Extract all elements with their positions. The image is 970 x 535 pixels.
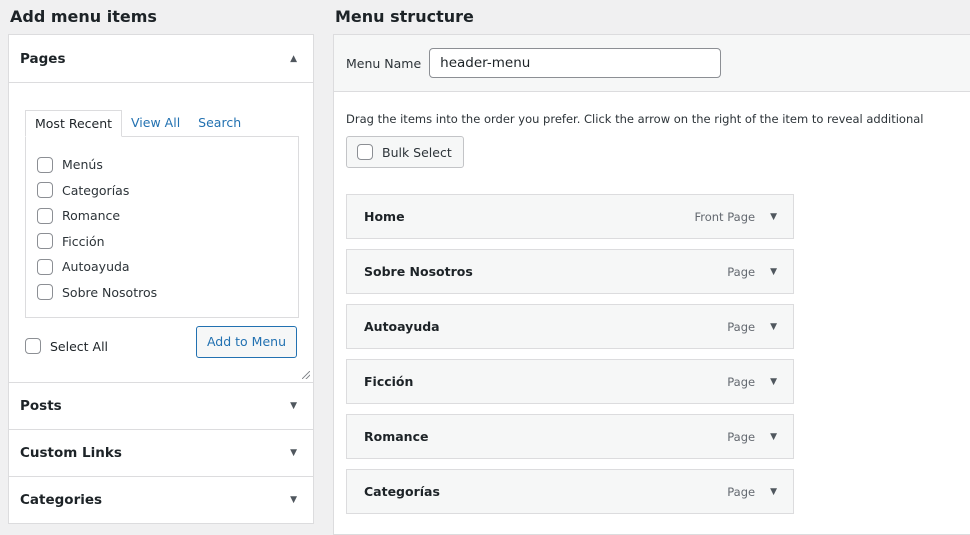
add-menu-items-title: Add menu items xyxy=(10,7,157,26)
custom-links-section-header[interactable]: Custom Links ▼ xyxy=(9,430,313,476)
menu-structure-title: Menu structure xyxy=(335,7,474,26)
menu-structure-panel: Menu Name Drag the items into the order … xyxy=(333,34,970,535)
menu-item-controls: Page ▼ xyxy=(727,375,777,389)
bulk-select-button[interactable]: Bulk Select xyxy=(346,136,464,168)
menu-item-romance[interactable]: Romance Page ▼ xyxy=(346,414,794,459)
arrow-down-icon[interactable]: ▼ xyxy=(770,267,777,277)
page-item-sobre-nosotros: Sobre Nosotros xyxy=(37,280,287,306)
custom-links-section-title: Custom Links xyxy=(20,445,122,461)
menu-item-controls: Page ▼ xyxy=(727,430,777,444)
page-checkbox[interactable] xyxy=(37,207,53,224)
arrow-down-icon[interactable]: ▼ xyxy=(770,212,777,222)
page-item-label: Autoayuda xyxy=(62,259,130,275)
posts-section-header[interactable]: Posts ▼ xyxy=(9,383,313,429)
menu-item-type: Page xyxy=(727,429,756,444)
categories-section: Categories ▼ xyxy=(9,477,313,523)
menu-item-type: Front Page xyxy=(694,209,756,224)
page-checkbox[interactable] xyxy=(37,156,53,173)
arrow-down-icon[interactable]: ▼ xyxy=(770,487,777,497)
arrow-down-icon: ▼ xyxy=(290,401,297,411)
pages-tabs: Most Recent View All Search xyxy=(25,110,297,137)
menu-name-bar: Menu Name xyxy=(334,35,970,92)
tab-view-all[interactable]: View All xyxy=(122,110,189,137)
page-item-ficcion: Ficción xyxy=(37,229,287,255)
menu-item-type: Page xyxy=(727,319,756,334)
select-all-checkbox[interactable] xyxy=(25,338,41,354)
bulk-select-checkbox xyxy=(357,144,373,160)
select-all-label: Select All xyxy=(50,338,109,354)
bulk-select-label: Bulk Select xyxy=(382,144,452,160)
drag-instruction: Drag the items into the order you prefer… xyxy=(346,112,924,126)
pages-footer: Select All Add to Menu xyxy=(25,326,297,358)
arrow-down-icon[interactable]: ▼ xyxy=(770,322,777,332)
menu-item-autoayuda[interactable]: Autoayuda Page ▼ xyxy=(346,304,794,349)
menu-structure-column: Menu structure Menu Name Drag the items … xyxy=(333,0,970,535)
add-to-menu-button[interactable]: Add to Menu xyxy=(195,326,297,358)
page-item-categorias: Categorías xyxy=(37,178,287,204)
posts-section: Posts ▼ xyxy=(9,383,313,430)
menu-name-label: Menu Name xyxy=(346,55,422,71)
menu-item-type: Page xyxy=(727,484,756,499)
tab-search[interactable]: Search xyxy=(189,110,250,137)
resize-handle-icon[interactable] xyxy=(302,371,310,379)
menu-item-home[interactable]: Home Front Page ▼ xyxy=(346,194,794,239)
pages-section-header[interactable]: Pages ▲ xyxy=(9,35,313,83)
menu-item-controls: Front Page ▼ xyxy=(694,210,777,224)
menu-item-title: Romance xyxy=(364,429,429,444)
arrow-down-icon[interactable]: ▼ xyxy=(770,432,777,442)
page-checkbox[interactable] xyxy=(37,233,53,250)
tab-most-recent[interactable]: Most Recent xyxy=(25,110,123,137)
menu-items-list: Home Front Page ▼ Sobre Nosotros Page ▼ … xyxy=(346,194,970,514)
pages-section-title: Pages xyxy=(20,50,66,67)
pages-list-panel: Menús Categorías Romance Ficción Autoayu… xyxy=(25,136,299,318)
page-item-label: Sobre Nosotros xyxy=(62,284,158,300)
menu-item-type: Page xyxy=(727,264,756,279)
menu-item-ficcion[interactable]: Ficción Page ▼ xyxy=(346,359,794,404)
categories-section-title: Categories xyxy=(20,492,103,508)
posts-section-title: Posts xyxy=(20,398,62,414)
arrow-down-icon[interactable]: ▼ xyxy=(770,377,777,387)
select-all: Select All xyxy=(25,338,108,354)
page-checkbox[interactable] xyxy=(37,284,53,301)
add-menu-items-column: Add menu items Pages ▲ Most Recent View … xyxy=(8,0,316,524)
menu-body: Drag the items into the order you prefer… xyxy=(334,92,970,514)
menu-item-controls: Page ▼ xyxy=(727,320,777,334)
menu-item-controls: Page ▼ xyxy=(727,265,777,279)
menu-item-sobre-nosotros[interactable]: Sobre Nosotros Page ▼ xyxy=(346,249,794,294)
page-item-label: Romance xyxy=(62,208,121,224)
pages-section: Pages ▲ Most Recent View All Search Menú… xyxy=(9,35,313,383)
page-item-menus: Menús xyxy=(37,152,287,178)
menu-item-title: Categorías xyxy=(364,484,440,499)
page-item-label: Ficción xyxy=(62,233,105,249)
menu-item-title: Autoayuda xyxy=(364,319,440,334)
menu-item-title: Sobre Nosotros xyxy=(364,264,473,279)
page-checkbox[interactable] xyxy=(37,182,53,199)
page-item-label: Menús xyxy=(62,157,103,173)
menu-item-title: Ficción xyxy=(364,374,414,389)
pages-section-body: Most Recent View All Search Menús Catego… xyxy=(9,83,313,382)
menu-items-accordion: Pages ▲ Most Recent View All Search Menú… xyxy=(8,34,314,524)
menu-item-type: Page xyxy=(727,374,756,389)
arrow-up-icon: ▲ xyxy=(290,53,297,64)
page-item-autoayuda: Autoayuda xyxy=(37,254,287,280)
page-item-romance: Romance xyxy=(37,203,287,229)
menu-item-categorias[interactable]: Categorías Page ▼ xyxy=(346,469,794,514)
page-item-label: Categorías xyxy=(62,182,130,198)
menu-name-input[interactable] xyxy=(429,48,722,78)
categories-section-header[interactable]: Categories ▼ xyxy=(9,477,313,523)
arrow-down-icon: ▼ xyxy=(290,448,297,458)
page-checkbox[interactable] xyxy=(37,258,53,275)
menu-item-title: Home xyxy=(364,209,405,224)
menu-item-controls: Page ▼ xyxy=(727,485,777,499)
custom-links-section: Custom Links ▼ xyxy=(9,430,313,477)
arrow-down-icon: ▼ xyxy=(290,495,297,505)
